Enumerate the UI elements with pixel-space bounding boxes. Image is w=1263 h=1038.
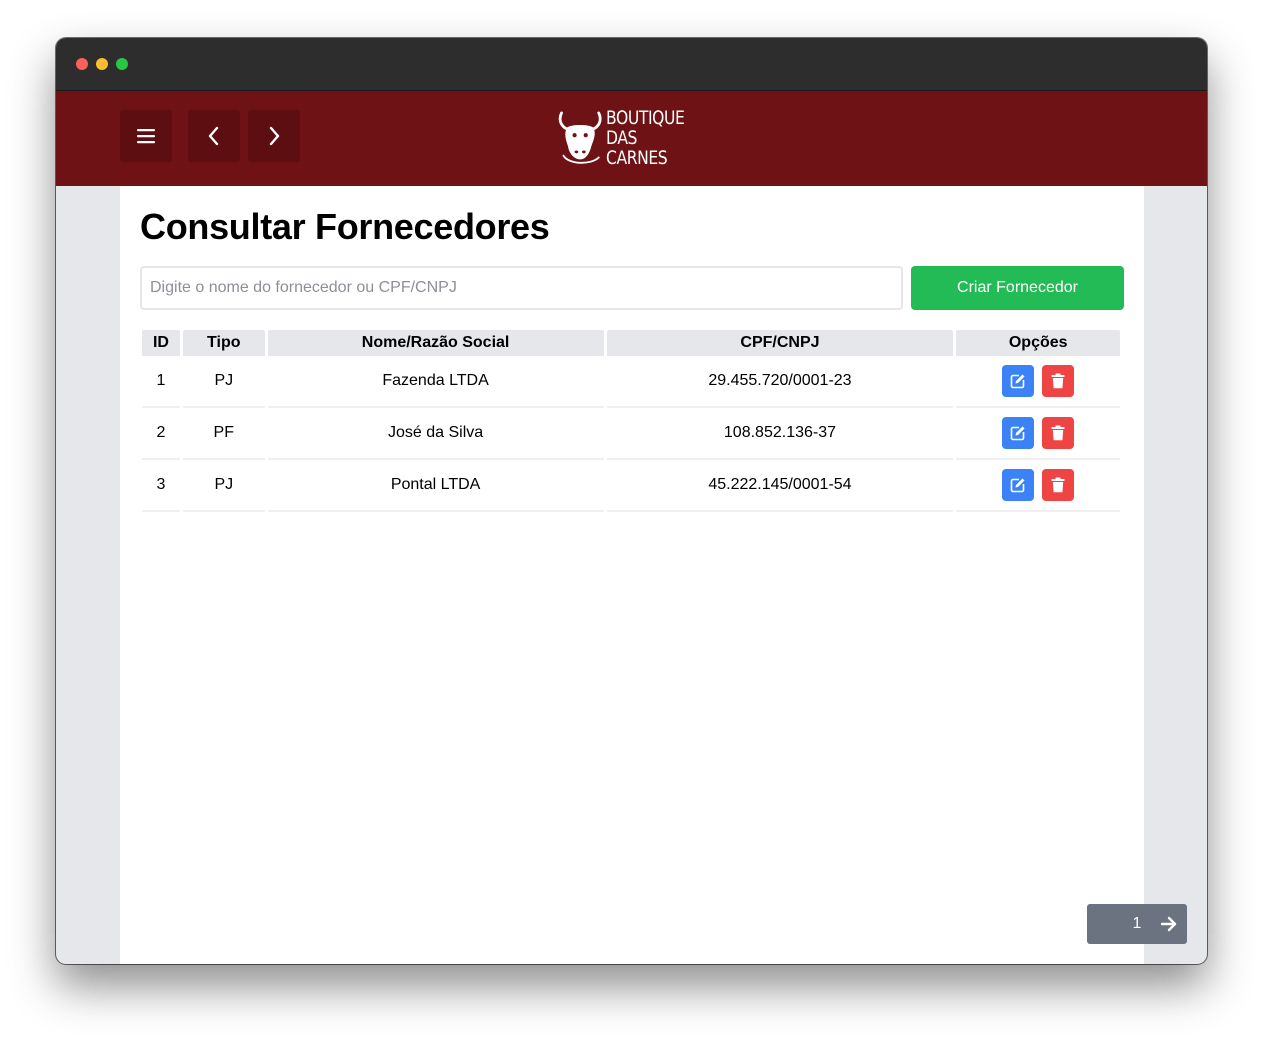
suppliers-table: ID Tipo Nome/Razão Social CPF/CNPJ Opçõe… [139, 330, 1123, 512]
search-input[interactable] [140, 266, 903, 310]
cell-id: 3 [142, 460, 180, 512]
column-header-nome[interactable]: Nome/Razão Social [267, 330, 604, 356]
chevron-right-icon [269, 126, 280, 146]
trash-icon [1051, 425, 1065, 441]
menu-button[interactable] [120, 110, 172, 162]
brand-logo[interactable]: BOUTIQUE DAS CARNES [556, 105, 716, 171]
window-titlebar [56, 38, 1207, 91]
edit-button[interactable] [1002, 365, 1035, 397]
current-page-number: 1 [1132, 915, 1142, 932]
chevron-left-icon [208, 126, 219, 146]
column-header-tipo[interactable]: Tipo [182, 330, 265, 356]
app-header: BOUTIQUE DAS CARNES [56, 91, 1207, 186]
arrow-right-icon [1160, 916, 1177, 932]
cell-cpf: 45.222.145/0001-54 [606, 460, 954, 512]
pagination: 1 [1087, 904, 1187, 944]
main-content: Consultar Fornecedores Criar Fornecedor … [120, 186, 1144, 964]
trash-icon [1051, 477, 1065, 493]
cell-nome: José da Silva [267, 408, 604, 460]
cell-id: 1 [142, 356, 180, 408]
browser-window: BOUTIQUE DAS CARNES Consultar Fornecedor… [56, 38, 1207, 964]
table-header-row: ID Tipo Nome/Razão Social CPF/CNPJ Opçõe… [142, 330, 1120, 356]
cell-nome: Pontal LTDA [267, 460, 604, 512]
column-header-opcoes: Opções [956, 330, 1120, 356]
cell-opcoes [956, 356, 1120, 408]
table-row: 3 PJ Pontal LTDA 45.222.145/0001-54 [142, 460, 1120, 512]
maximize-window-button[interactable] [116, 58, 128, 70]
minimize-window-button[interactable] [96, 58, 108, 70]
cell-nome: Fazenda LTDA [267, 356, 604, 408]
trash-icon [1051, 373, 1065, 389]
table-row: 1 PJ Fazenda LTDA 29.455.720/0001-23 [142, 356, 1120, 408]
column-header-id[interactable]: ID [142, 330, 180, 356]
cell-id: 2 [142, 408, 180, 460]
cell-opcoes [956, 460, 1120, 512]
close-window-button[interactable] [76, 58, 88, 70]
create-supplier-button[interactable]: Criar Fornecedor [911, 266, 1124, 310]
back-button[interactable] [188, 110, 240, 162]
delete-button[interactable] [1042, 469, 1075, 501]
edit-button[interactable] [1002, 417, 1035, 449]
brand-name: BOUTIQUE DAS CARNES [606, 108, 696, 168]
edit-icon [1010, 478, 1025, 493]
cell-cpf: 108.852.136-37 [606, 408, 954, 460]
edit-icon [1010, 374, 1025, 389]
delete-button[interactable] [1042, 365, 1075, 397]
column-header-cpf[interactable]: CPF/CNPJ [606, 330, 954, 356]
brand-line-2: DAS CARNES [606, 127, 668, 169]
page-title: Consultar Fornecedores [140, 206, 550, 247]
cell-cpf: 29.455.720/0001-23 [606, 356, 954, 408]
hamburger-icon [137, 129, 155, 144]
cell-tipo: PJ [182, 356, 265, 408]
edit-button[interactable] [1002, 469, 1035, 501]
next-page-button[interactable] [1157, 912, 1181, 936]
bull-icon [558, 111, 602, 164]
cell-tipo: PF [182, 408, 265, 460]
edit-icon [1010, 426, 1025, 441]
forward-button[interactable] [248, 110, 300, 162]
table-row: 2 PF José da Silva 108.852.136-37 [142, 408, 1120, 460]
cell-tipo: PJ [182, 460, 265, 512]
brand-line-1: BOUTIQUE [606, 107, 685, 129]
cell-opcoes [956, 408, 1120, 460]
delete-button[interactable] [1042, 417, 1075, 449]
